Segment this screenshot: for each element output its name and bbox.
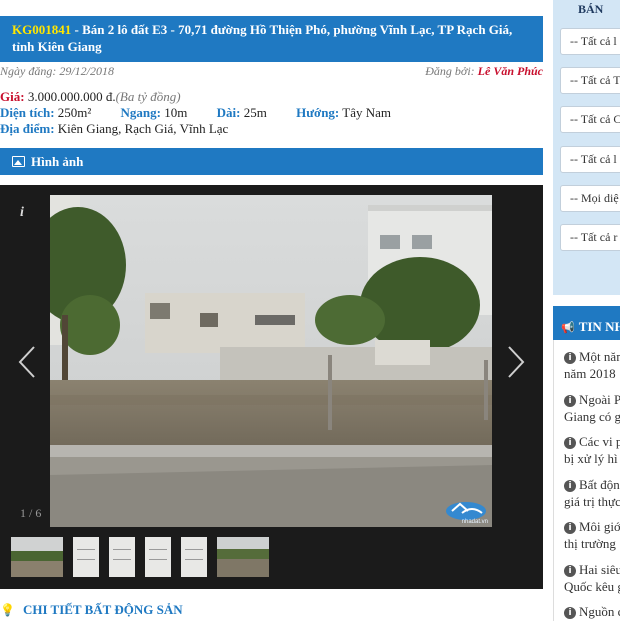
district-select[interactable]: -- Tất cả C	[560, 106, 620, 133]
listing-title: KG001841 - Bán 2 lô đất E3 - 70,71 đường…	[0, 16, 543, 62]
direction-value: Tây Nam	[342, 105, 392, 120]
detail-section-title: CHI TIẾT BẤT ĐỘNG SẢN	[22, 602, 183, 617]
thumbnail-photo	[11, 537, 63, 577]
thumbnail-5[interactable]	[181, 537, 207, 577]
width-label: Ngang:	[120, 105, 161, 120]
length-label: Dài:	[216, 105, 241, 120]
main-photo[interactable]: nhadat.vn	[50, 195, 492, 527]
images-section-header: Hình ảnh	[0, 148, 543, 175]
detail-section-header: 💡 CHI TIẾT BẤT ĐỘNG SẢN	[0, 601, 183, 619]
direction-label: Hướng:	[296, 105, 340, 120]
info-icon[interactable]: i	[20, 205, 24, 221]
news-list: iMột nămnăm 2018 iNgoài PGiang có g iCác…	[553, 340, 620, 621]
news-item[interactable]: i Bất độn giá trị thực	[564, 476, 620, 510]
image-icon	[12, 156, 25, 167]
info-circle-icon: i	[564, 395, 576, 407]
info-circle-icon: i	[564, 480, 576, 492]
location-row: Địa điểm: Kiên Giang, Rạch Giá, Vĩnh Lạc	[0, 121, 543, 137]
thumbnail-6[interactable]	[217, 537, 269, 577]
posted-by-label: Đăng bởi:	[425, 64, 478, 78]
next-arrow-icon[interactable]	[507, 345, 525, 379]
news-item[interactable]: i Ngoài P Giang có g	[564, 391, 620, 425]
listing-info: Giá: 3.000.000.000 đ.(Ba tỷ đồng) Diện t…	[0, 89, 543, 137]
price-label: Giá:	[0, 89, 25, 104]
post-date: Ngày đăng: 29/12/2018	[0, 64, 114, 78]
watermark-text: nhadat.vn	[461, 519, 488, 525]
watermark-logo	[446, 502, 486, 520]
info-circle-icon: i	[564, 565, 576, 577]
megaphone-icon: 📢	[561, 320, 575, 334]
thumbnail-1[interactable]	[11, 537, 63, 577]
length-value: 25m	[243, 105, 267, 120]
thumbnail-4[interactable]	[145, 537, 171, 577]
search-panel: BÁN -- Tất cả l -- Tất cả T -- Tất cả C …	[553, 0, 620, 295]
area-select[interactable]: -- Mọi diệ	[560, 185, 620, 212]
area-value: 250m²	[57, 105, 92, 120]
price-value: 3.000.000.000 đ.	[27, 89, 116, 104]
location-value: Kiên Giang, Rạch Giá, Vĩnh Lạc	[57, 121, 229, 136]
thumbnail-3[interactable]	[109, 537, 135, 577]
images-section-title: Hình ảnh	[31, 153, 84, 169]
width-value: 10m	[164, 105, 188, 120]
thumbnail-2[interactable]	[73, 537, 99, 577]
thumbnail-strip	[11, 537, 269, 577]
category-select[interactable]: -- Tất cả l	[560, 28, 620, 55]
poster-name-link[interactable]: Lê Văn Phúc	[478, 64, 543, 78]
info-circle-icon: i	[564, 607, 576, 619]
listing-meta: Ngày đăng: 29/12/2018 Đăng bởi: Lê Văn P…	[0, 64, 543, 80]
ward-select[interactable]: -- Tất cả l	[560, 146, 620, 173]
listing-title-text: - Bán 2 lô đất E3 - 70,71 đường Hồ Thiện…	[12, 22, 513, 54]
info-circle-icon: i	[564, 522, 576, 534]
price-row: Giá: 3.000.000.000 đ.(Ba tỷ đồng)	[0, 89, 543, 105]
province-select[interactable]: -- Tất cả T	[560, 67, 620, 94]
news-section-header: 📢 TIN NH	[553, 306, 620, 340]
posted-by: Đăng bởi: Lê Văn Phúc	[425, 64, 543, 79]
news-item[interactable]: i Các vi p bị xử lý hì	[564, 433, 620, 467]
vacant-lot-photo	[50, 195, 492, 527]
photo-counter: 1 / 6	[20, 506, 42, 520]
lightbulb-icon: 💡	[0, 603, 15, 617]
search-panel-title: BÁN	[578, 2, 604, 16]
previous-arrow-icon[interactable]	[18, 345, 36, 379]
news-item[interactable]: iMột nămnăm 2018	[564, 348, 620, 382]
area-label: Diện tích:	[0, 105, 55, 120]
image-gallery: i nhadat.vn 1 / 6	[0, 185, 543, 589]
info-circle-icon: i	[564, 437, 576, 449]
news-section-title: TIN NH	[578, 319, 620, 334]
listing-code[interactable]: KG001841	[12, 22, 71, 37]
info-circle-icon: i	[564, 352, 576, 364]
news-item[interactable]: i Hai siêu Quốc kêu g	[564, 561, 620, 595]
price-select[interactable]: -- Tất cả r	[560, 224, 620, 251]
price-words: (Ba tỷ đồng)	[115, 89, 181, 104]
thumbnail-photo	[217, 537, 269, 577]
location-label: Địa điểm:	[0, 121, 55, 136]
news-item[interactable]: i Môi giớ thị trường	[564, 518, 620, 552]
news-item[interactable]: i Nguồn c	[564, 603, 620, 620]
dimensions-row: Diện tích: 250m² Ngang: 10m Dài: 25m Hướ…	[0, 105, 543, 121]
